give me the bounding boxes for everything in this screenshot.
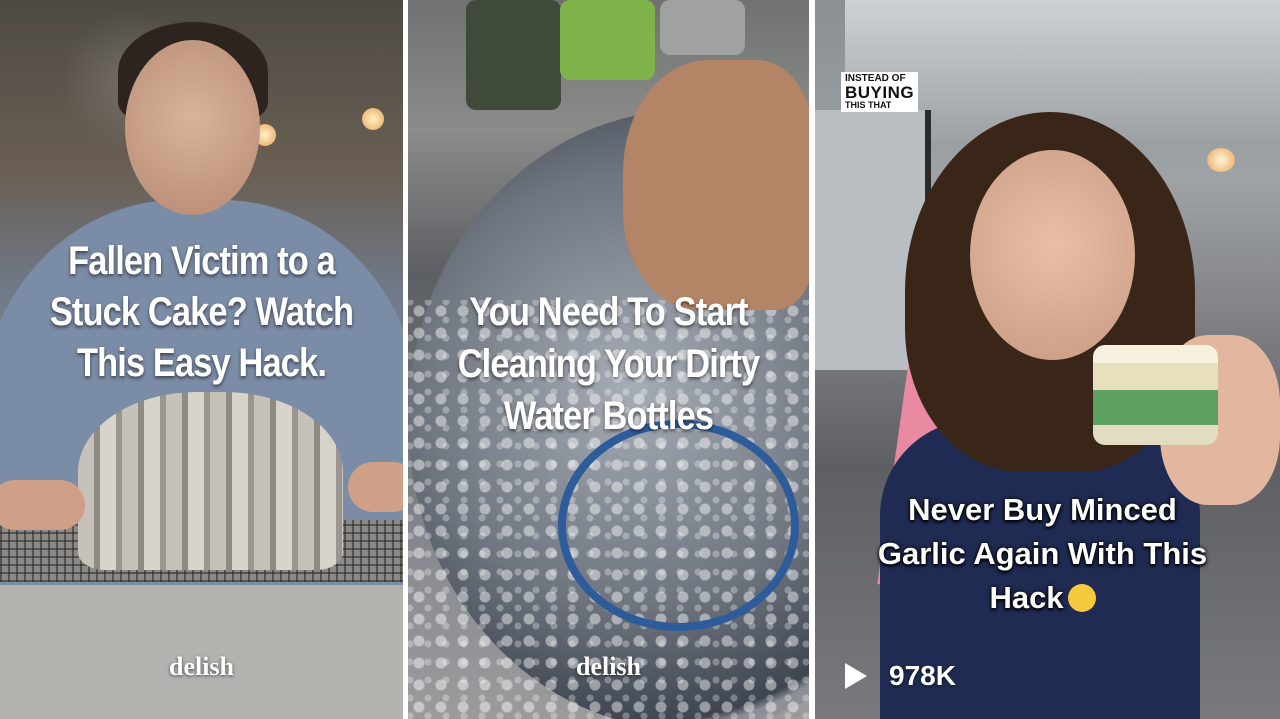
title-line-last: Hack — [825, 576, 1260, 620]
badge-main-text: BUYING — [845, 83, 915, 102]
title-line: Garlic Again With This — [877, 536, 1208, 571]
person-hand-left — [0, 480, 85, 530]
video-title: You Need To Start Cleaning Your Dirty Wa… — [436, 286, 781, 442]
title-line: You Need To Start — [469, 290, 748, 334]
title-line: Water Bottles — [503, 394, 714, 438]
video-tile-water-bottles[interactable]: You Need To Start Cleaning Your Dirty Wa… — [408, 0, 809, 719]
pendant-lamp — [1207, 148, 1235, 172]
title-line-text: Hack — [989, 580, 1064, 615]
badge-bottom-text: THIS THAT — [845, 100, 892, 110]
garlic-jar — [1093, 345, 1218, 445]
title-line: Never Buy Minced — [908, 492, 1177, 527]
person-hand-right — [348, 462, 403, 512]
play-icon[interactable] — [845, 663, 867, 689]
title-line: Stuck Cake? Watch — [49, 290, 354, 334]
worried-face-emoji-icon — [1067, 584, 1096, 612]
title-line: This Easy Hack. — [76, 341, 327, 385]
water-bottle — [660, 0, 745, 55]
title-line: Cleaning Your Dirty — [457, 342, 760, 386]
person-face — [970, 150, 1135, 360]
series-badge: INSTEAD OF BUYING THIS THAT — [841, 72, 919, 112]
view-count: 978K — [845, 660, 956, 692]
video-tile-minced-garlic[interactable]: INSTEAD OF BUYING THIS THAT Never Buy Mi… — [815, 0, 1280, 719]
title-line: Fallen Victim to a — [68, 239, 336, 283]
brand-logo: delish — [168, 652, 235, 681]
person-hand — [623, 60, 809, 310]
bundt-pan — [78, 392, 343, 570]
brand-logo: delish — [575, 652, 642, 681]
bottle-lid-ring — [558, 420, 799, 631]
pendant-lamp — [362, 108, 384, 130]
water-bottle — [560, 0, 655, 80]
video-title: Never Buy Minced Garlic Again With This … — [825, 488, 1260, 620]
person-face — [125, 40, 260, 215]
video-tile-stuck-cake[interactable]: Fallen Victim to a Stuck Cake? Watch Thi… — [0, 0, 403, 719]
video-title: Fallen Victim to a Stuck Cake? Watch Thi… — [28, 236, 375, 389]
water-bottle — [466, 0, 561, 110]
view-count-text: 978K — [889, 660, 956, 691]
